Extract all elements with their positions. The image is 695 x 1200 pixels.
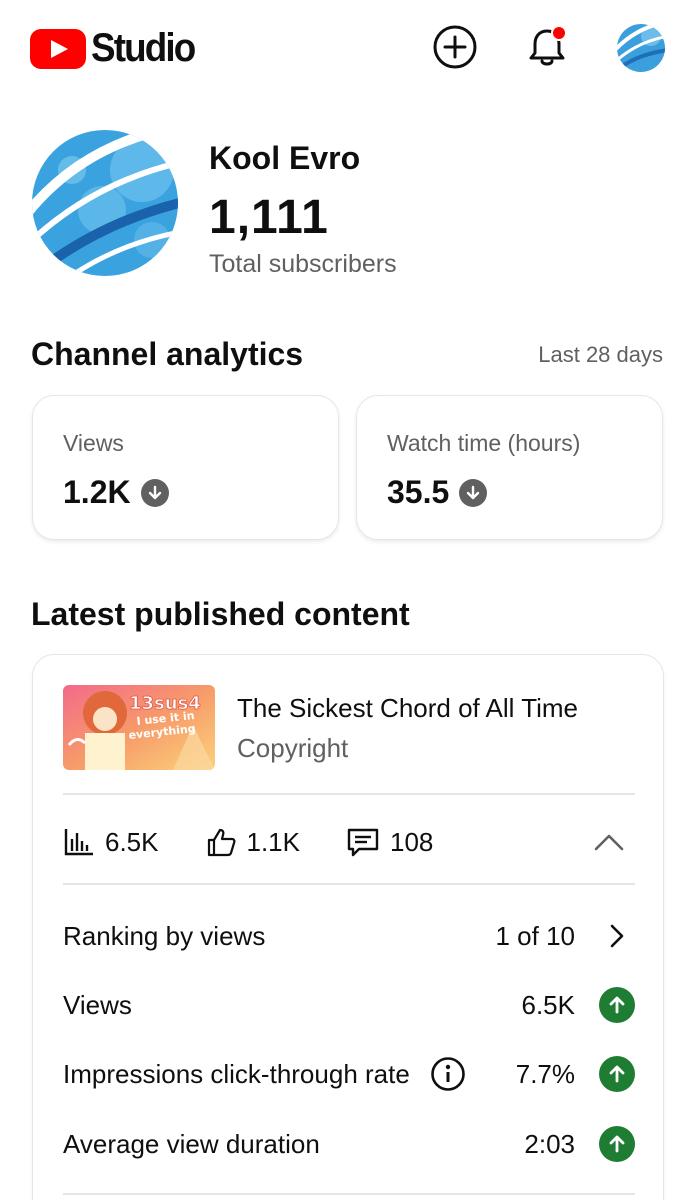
channel-analytics-title: Channel analytics (31, 336, 304, 372)
info-icon[interactable] (430, 1056, 466, 1092)
likes-stat: 1.1K (205, 826, 301, 858)
video-title[interactable]: The Sickest Chord of All Time (237, 693, 578, 724)
notifications-button[interactable] (522, 22, 572, 72)
ctr-metric-label: Impressions click-through rate (63, 1058, 410, 1089)
account-avatar[interactable] (617, 24, 665, 72)
video-status: Copyright (237, 733, 349, 763)
avd-metric-label: Average view duration (63, 1128, 320, 1159)
collapse-button[interactable] (591, 827, 627, 857)
latest-content-card: 13sus4 I use it in everything The Sickes… (32, 654, 664, 1200)
views-stat: 6.5K (63, 827, 159, 858)
ranking-row[interactable]: Ranking by views 1 of 10 (63, 911, 635, 961)
views-metric-trend (599, 987, 635, 1023)
comment-icon (347, 828, 379, 857)
latest-content-title: Latest published content (31, 596, 410, 632)
views-card-value: 1.2K (63, 474, 131, 510)
subscriber-count: 1,111 (209, 191, 329, 244)
ctr-metric-row: Impressions click-through rate 7.7% (63, 1049, 635, 1099)
trend-down-icon (140, 478, 169, 507)
youtube-logo-icon (30, 28, 86, 69)
analytics-period: Last 28 days (538, 342, 663, 367)
channel-avatar[interactable] (32, 130, 178, 276)
chevron-up-icon (594, 834, 624, 851)
divider (63, 793, 635, 795)
ranking-label: Ranking by views (63, 920, 266, 951)
ctr-metric-trend (599, 1056, 635, 1092)
avd-metric-value: 2:03 (524, 1128, 575, 1159)
views-metric-row: Views 6.5K (63, 980, 635, 1030)
views-stat-value: 6.5K (105, 826, 159, 857)
create-plus-icon (433, 25, 477, 69)
avd-metric-trend (599, 1126, 635, 1162)
bell-icon (529, 25, 567, 66)
avd-metric-row: Average view duration 2:03 (63, 1119, 635, 1169)
views-metric-value: 6.5K (521, 989, 576, 1020)
watch-time-card-label: Watch time (hours) (387, 430, 581, 456)
likes-stat-value: 1.1K (246, 826, 301, 857)
top-app-bar: Studio (0, 0, 695, 96)
watch-time-card-value-row: 35.5 (387, 474, 488, 511)
ctr-metric-value: 7.7% (515, 1058, 575, 1089)
views-card-value-row: 1.2K (63, 474, 169, 511)
trend-down-icon (459, 478, 488, 507)
logo-text: Studio (91, 26, 196, 70)
trend-up-icon (599, 987, 635, 1023)
views-card-label: Views (63, 430, 124, 456)
comments-stat: 108 (346, 826, 433, 858)
views-card[interactable]: Views 1.2K (32, 395, 339, 540)
video-thumbnail[interactable]: 13sus4 I use it in everything (63, 685, 215, 770)
subscriber-label: Total subscribers (209, 250, 397, 278)
channel-name: Kool Evro (209, 140, 361, 176)
create-button[interactable] (430, 22, 480, 72)
watch-time-card[interactable]: Watch time (hours) 35.5 (356, 395, 663, 540)
watch-time-card-value: 35.5 (387, 474, 450, 510)
thumbs-up-icon (207, 828, 235, 857)
views-metric-label: Views (63, 989, 132, 1020)
bar-chart-icon (64, 829, 93, 856)
divider (63, 1193, 635, 1195)
trend-up-icon (599, 1126, 635, 1162)
ranking-value: 1 of 10 (495, 920, 575, 951)
chevron-right-icon (599, 918, 635, 954)
trend-up-icon (599, 1056, 635, 1092)
comments-stat-value: 108 (390, 826, 434, 857)
video-stats-row: 6.5K 1.1K 108 (63, 817, 635, 867)
studio-logo[interactable]: Studio (30, 26, 203, 71)
divider (63, 883, 635, 885)
